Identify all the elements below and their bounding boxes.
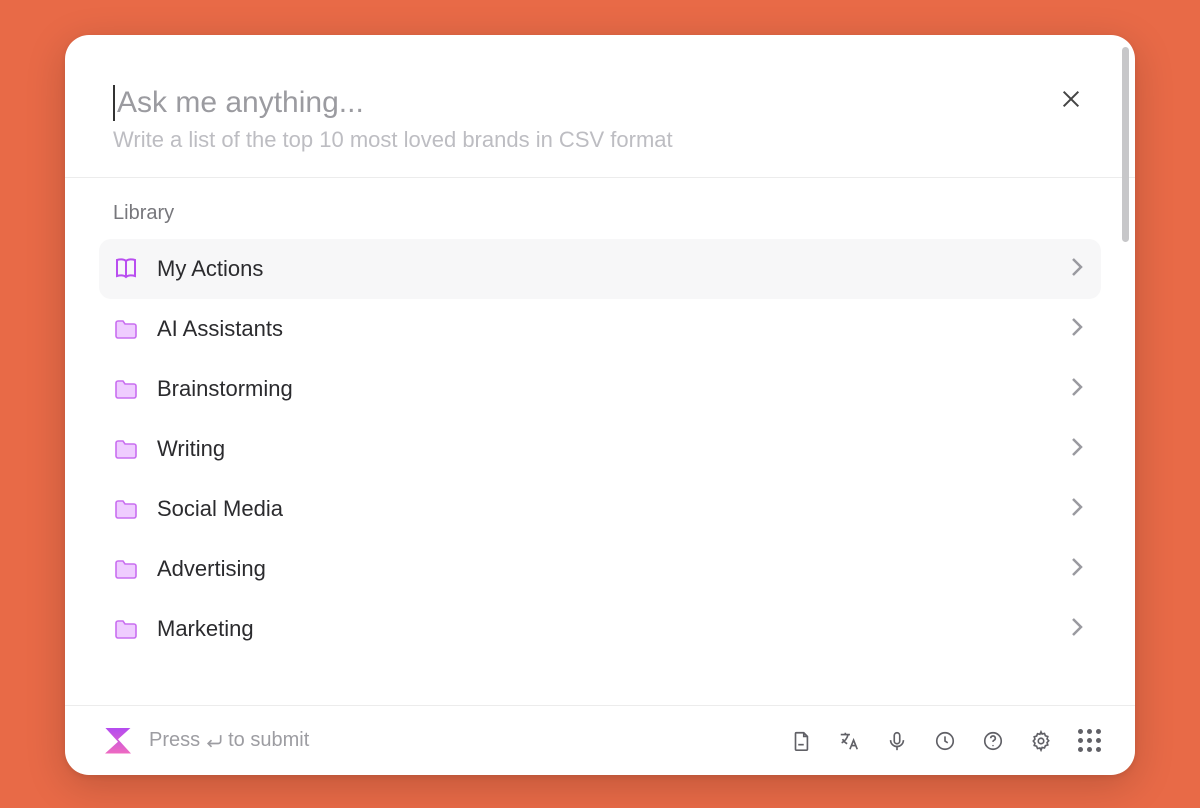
grid-icon <box>1078 729 1101 752</box>
hint-text-suffix: to submit <box>228 729 309 752</box>
folder-icon <box>113 616 139 642</box>
prompt-area: Ask me anything... Write a list of the t… <box>65 35 1135 178</box>
library-item[interactable]: Writing <box>99 419 1101 479</box>
chevron-right-icon <box>1071 377 1083 402</box>
library-item[interactable]: AI Assistants <box>99 299 1101 359</box>
folder-icon <box>113 496 139 522</box>
prompt-example: Write a list of the top 10 most loved br… <box>113 127 1087 153</box>
close-icon <box>1060 88 1082 110</box>
history-button[interactable] <box>933 729 957 753</box>
folder-icon <box>113 436 139 462</box>
folder-icon <box>113 556 139 582</box>
translate-icon <box>838 730 860 752</box>
prompt-input[interactable]: Ask me anything... <box>113 85 1087 121</box>
folder-icon <box>113 316 139 342</box>
library-list: My Actions AI Assistants Brainstorming Writ… <box>99 239 1101 659</box>
return-key-icon <box>204 732 224 750</box>
help-icon <box>982 730 1004 752</box>
microphone-icon <box>886 730 908 752</box>
library-item-label: Social Media <box>157 496 1053 522</box>
chevron-right-icon <box>1071 437 1083 462</box>
help-button[interactable] <box>981 729 1005 753</box>
footer-actions <box>789 729 1101 753</box>
hint-text-prefix: Press <box>149 729 200 752</box>
library-item-label: My Actions <box>157 256 1053 282</box>
more-button[interactable] <box>1077 729 1101 753</box>
library-item-label: Marketing <box>157 616 1053 642</box>
library-item-label: Writing <box>157 436 1053 462</box>
library-item-label: Advertising <box>157 556 1053 582</box>
command-palette: Ask me anything... Write a list of the t… <box>65 35 1135 775</box>
app-logo-icon <box>105 728 131 754</box>
notes-button[interactable] <box>789 729 813 753</box>
library-item[interactable]: Advertising <box>99 539 1101 599</box>
chevron-right-icon <box>1071 617 1083 642</box>
footer-bar: Press to submit <box>65 705 1135 775</box>
library-item[interactable]: Brainstorming <box>99 359 1101 419</box>
settings-button[interactable] <box>1029 729 1053 753</box>
file-icon <box>790 730 812 752</box>
library-item[interactable]: My Actions <box>99 239 1101 299</box>
translate-button[interactable] <box>837 729 861 753</box>
library-item-label: AI Assistants <box>157 316 1053 342</box>
library-item-label: Brainstorming <box>157 376 1053 402</box>
folder-icon <box>113 376 139 402</box>
gear-icon <box>1030 730 1052 752</box>
clock-icon <box>934 730 956 752</box>
library-title: Library <box>113 202 1101 225</box>
library-item[interactable]: Social Media <box>99 479 1101 539</box>
chevron-right-icon <box>1071 257 1083 282</box>
chevron-right-icon <box>1071 557 1083 582</box>
chevron-right-icon <box>1071 497 1083 522</box>
chevron-right-icon <box>1071 317 1083 342</box>
submit-hint: Press to submit <box>149 729 771 752</box>
library-item[interactable]: Marketing <box>99 599 1101 659</box>
library-section: Library My Actions AI Assistants Brainstor… <box>65 178 1135 705</box>
voice-button[interactable] <box>885 729 909 753</box>
book-icon <box>113 256 139 282</box>
close-button[interactable] <box>1057 85 1085 113</box>
